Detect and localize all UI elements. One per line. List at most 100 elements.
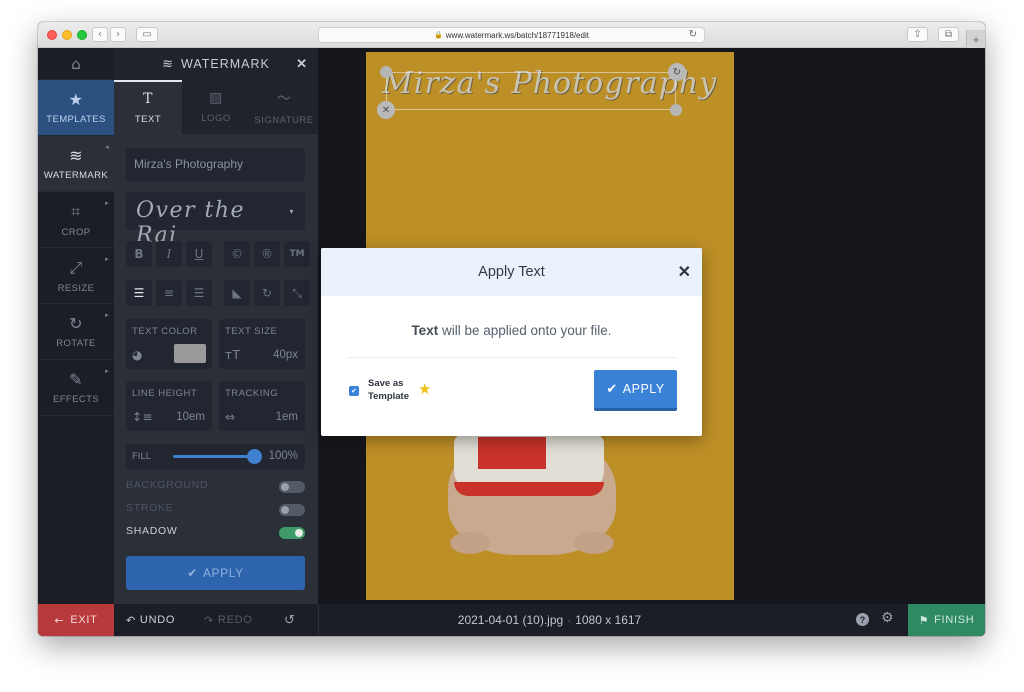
shadow-toggle[interactable] — [279, 527, 305, 539]
sidebar-toggle-button[interactable]: ▭ — [136, 27, 158, 42]
reload-icon[interactable]: ↻ — [689, 29, 697, 40]
undo-button[interactable]: ↶ UNDO — [126, 604, 175, 636]
dialog-apply-button[interactable]: ✔ APPLY — [594, 370, 677, 411]
align-center-button[interactable]: ≡ — [156, 280, 182, 306]
undo-icon: ↶ — [126, 613, 136, 627]
lock-icon: 🔒 — [434, 32, 443, 39]
layers-icon: ≋ — [69, 146, 83, 165]
forward-button[interactable]: › — [110, 27, 126, 42]
caret-right-icon: ▸ — [105, 200, 109, 207]
flag-icon: ⚑ — [918, 613, 930, 627]
tracking-control[interactable]: TRACKING ⇔ 1em — [219, 381, 305, 431]
history-button[interactable]: ↺ — [284, 604, 295, 636]
line-height-icon: ↕≡ — [132, 410, 154, 424]
delete-watermark-icon[interactable]: ✕ — [377, 101, 395, 119]
home-button[interactable]: ⌂ — [38, 48, 114, 80]
apply-text-dialog: Apply Text ✕ Text will be applied onto y… — [321, 248, 702, 436]
fill-slider-handle[interactable] — [247, 449, 262, 464]
fit-button[interactable]: ⤡ — [284, 280, 310, 306]
shadow-row: SHADOW — [126, 525, 305, 541]
history-icon: ↺ — [284, 612, 295, 628]
resize-handle[interactable] — [380, 66, 392, 78]
tab-label: SIGNATURE — [254, 115, 314, 126]
tabs-overview-button[interactable]: ⧉ — [938, 27, 959, 42]
text-size-value: 40px — [273, 349, 298, 361]
registered-button[interactable]: ® — [254, 241, 280, 267]
sidebar-item-watermark[interactable]: ◂ ≋ WATERMARK — [38, 136, 114, 192]
home-icon: ⌂ — [71, 54, 81, 73]
close-window-button[interactable] — [47, 30, 57, 40]
line-height-label: LINE HEIGHT — [132, 388, 198, 399]
star-icon: ★ — [418, 380, 432, 398]
copyright-button[interactable]: © — [224, 241, 250, 267]
trademark-button[interactable]: TM — [284, 241, 310, 267]
close-icon[interactable]: ✕ — [678, 262, 691, 282]
fill-slider-track[interactable] — [173, 455, 255, 458]
help-icon[interactable]: ? — [856, 613, 869, 626]
panel-apply-button[interactable]: ✔ APPLY — [126, 556, 305, 590]
font-select[interactable]: Over the Rai ▾ — [126, 192, 305, 248]
tool-sidebar: ⌂ ★ TEMPLATES ◂ ≋ WATERMARK ▸ ⌗ CROP ▸ ⤢… — [38, 48, 114, 604]
underline-button[interactable]: U — [186, 241, 212, 267]
tab-logo[interactable]: ▨ LOGO — [182, 80, 250, 134]
file-info: 2021-04-01 (10).jpg · 1080 x 1617 — [318, 604, 781, 636]
sidebar-item-label: ROTATE — [56, 338, 96, 349]
stroke-toggle[interactable] — [279, 504, 305, 516]
sidebar-item-crop[interactable]: ▸ ⌗ CROP — [38, 192, 114, 248]
file-dimensions: 1080 x 1617 — [575, 613, 642, 627]
dialog-message-bold: Text — [411, 323, 439, 338]
new-tab-button[interactable]: + — [966, 30, 985, 48]
sidebar-item-effects[interactable]: ▸ ✎ EFFECTS — [38, 360, 114, 416]
tab-text[interactable]: T TEXT — [114, 80, 182, 134]
layers-icon: ≋ — [162, 56, 175, 72]
save-template-checkbox[interactable]: ✔ — [349, 386, 359, 396]
angle-button[interactable]: ◣ — [224, 280, 250, 306]
align-right-button[interactable]: ☰ — [186, 280, 212, 306]
chevron-right-icon: › — [116, 29, 120, 40]
arrow-left-icon: ← — [54, 613, 65, 627]
tab-label: LOGO — [201, 113, 231, 124]
format-toolbar: B I U © ® TM — [126, 241, 310, 267]
save-template-label[interactable]: Save as Template — [368, 377, 409, 403]
sidebar-item-templates[interactable]: ★ TEMPLATES — [38, 80, 114, 136]
share-button[interactable]: ⇪ — [907, 27, 928, 42]
pet-leg — [574, 532, 614, 554]
caret-left-icon: ◂ — [105, 144, 109, 151]
zoom-window-button[interactable] — [77, 30, 87, 40]
apply-label: APPLY — [622, 382, 665, 396]
sidebar-item-rotate[interactable]: ▸ ↻ ROTATE — [38, 304, 114, 360]
align-right-icon: ☰ — [193, 286, 205, 300]
undo-label: UNDO — [139, 614, 176, 626]
redo-button[interactable]: ↷ REDO — [204, 604, 253, 636]
tab-signature[interactable]: 〜 SIGNATURE — [250, 80, 318, 134]
align-left-button[interactable]: ☰ — [126, 280, 152, 306]
sidebar-item-resize[interactable]: ▸ ⤢ RESIZE — [38, 248, 114, 304]
text-size-icon: ᴛT — [225, 348, 241, 362]
url-bar[interactable]: 🔒 www.watermark.ws/batch/18771918/edit ↻ — [318, 27, 705, 43]
minimize-window-button[interactable] — [62, 30, 72, 40]
watermark-text-input[interactable]: Mirza's Photography — [126, 148, 305, 181]
text-color-control[interactable]: TEXT COLOR ◕ — [126, 319, 212, 369]
bold-button[interactable]: B — [126, 241, 152, 267]
fill-label: FILL — [132, 451, 152, 462]
watermark-selection-box[interactable] — [386, 72, 676, 110]
text-color-swatch[interactable] — [174, 344, 206, 363]
finish-button[interactable]: ⚑ FINISH — [908, 604, 985, 636]
resize-handle[interactable] — [670, 104, 682, 116]
align-left-icon: ☰ — [133, 286, 145, 300]
background-toggle[interactable] — [279, 481, 305, 493]
line-height-control[interactable]: LINE HEIGHT ↕≡ 10em — [126, 381, 212, 431]
panel-header: ≋ WATERMARK ✕ — [114, 48, 318, 80]
rotate-button[interactable]: ↻ — [254, 280, 280, 306]
italic-button[interactable]: I — [156, 241, 182, 267]
gear-icon[interactable]: ⚙ — [881, 610, 894, 626]
bottom-toolbar: ← EXIT ↶ UNDO ↷ REDO ↺ 2021-04-01 (10).j… — [38, 604, 985, 636]
text-size-control[interactable]: TEXT SIZE ᴛT 40px — [219, 319, 305, 369]
close-icon[interactable]: ✕ — [296, 56, 308, 72]
exit-button[interactable]: ← EXIT — [38, 604, 114, 636]
dialog-divider — [347, 357, 677, 358]
back-button[interactable]: ‹ — [92, 27, 108, 42]
dialog-header: Apply Text ✕ — [321, 248, 702, 296]
file-name: 2021-04-01 (10).jpg — [457, 613, 564, 627]
rotate-handle-icon[interactable]: ↻ — [668, 63, 686, 81]
